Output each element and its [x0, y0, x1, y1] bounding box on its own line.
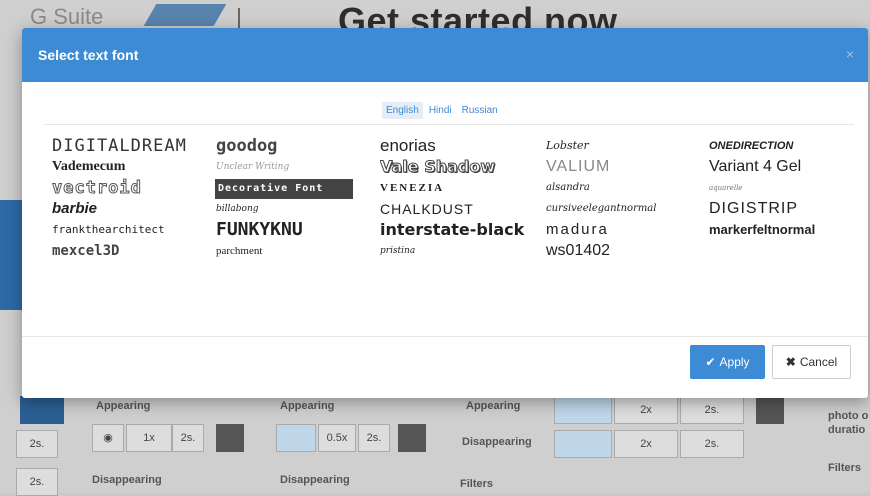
divider [44, 124, 854, 125]
font-option-parchment[interactable]: parchment [216, 241, 380, 261]
bg-2s-6: 2s. [16, 468, 58, 496]
background-sidebar [0, 200, 22, 310]
gsuite-logo: G Suite [30, 4, 104, 29]
bg-filters-1: Filters [460, 478, 494, 490]
font-option-onedirection[interactable]: ONEDIRECTION [709, 136, 859, 156]
bg-2s-2: 2s. [172, 424, 204, 452]
font-option-madura[interactable]: madura [546, 220, 709, 240]
font-option-mexcel3d[interactable]: mexcel3D [52, 241, 216, 261]
language-tabs: English Hindi Russian [382, 102, 502, 119]
bg-05x: 0.5x [318, 424, 356, 452]
font-option-pristina[interactable]: pristina [380, 241, 546, 261]
font-option-billabong[interactable]: billabong [216, 199, 380, 219]
background-banner-shape [143, 4, 227, 26]
check-icon: ✔ [705, 355, 716, 369]
font-option-variant-4-gel[interactable]: Variant 4 Gel [709, 157, 859, 177]
bg-side-text-1: photo o [828, 410, 869, 422]
bg-appearing-2: Appearing [280, 400, 335, 412]
bg-disappearing-1: Disappearing [92, 474, 162, 486]
bg-eye-icon: ◉ [92, 424, 124, 452]
font-option-ws01402[interactable]: ws01402 [546, 241, 709, 261]
font-option-goodog[interactable]: goodog [216, 136, 380, 156]
bg-2s-3: 2s. [358, 424, 390, 452]
font-option-vale-shadow[interactable]: Vale Shadow [380, 157, 546, 177]
font-option-valium[interactable]: VALIUM [546, 157, 709, 177]
font-grid: DIGITALDREAM goodog enorias Lobster ONED… [52, 136, 852, 261]
cancel-button[interactable]: ✖ Cancel [772, 345, 851, 379]
bg-arrows-3 [554, 430, 612, 458]
font-option-digitaldream[interactable]: DIGITALDREAM [52, 136, 216, 156]
bg-toggle [20, 396, 64, 424]
modal-title: Select text font [38, 47, 139, 63]
apply-label: Apply [719, 355, 750, 369]
bg-disappearing-3: Disappearing [462, 436, 532, 448]
modal-header: Select text font × [22, 28, 868, 82]
font-select-modal: Select text font × English Hindi Russian… [22, 28, 868, 398]
bg-1x: 1x [126, 424, 172, 452]
background-icon [238, 8, 262, 30]
bg-2s-1: 2s. [16, 430, 58, 458]
font-option-vectroid[interactable]: vectroid [52, 178, 216, 198]
bg-color-3 [756, 396, 784, 424]
cancel-label: Cancel [799, 355, 838, 369]
font-grid-empty [709, 241, 859, 261]
bg-appearing-1: Appearing [96, 400, 151, 412]
font-option-digistrip[interactable]: DIGISTRIP [709, 199, 859, 219]
font-option-barbie[interactable]: barbie [52, 199, 216, 219]
font-option-cursiveelegant[interactable]: cursiveelegantnormal [546, 199, 709, 219]
font-option-interstate-black[interactable]: interstate-black [380, 220, 546, 240]
font-option-venezia[interactable]: VENEZIA [380, 178, 546, 198]
font-option-vademecum[interactable]: Vademecum [52, 157, 216, 177]
bg-appearing-3: Appearing [466, 400, 521, 412]
font-option-aquarelle[interactable]: aquarelle [709, 178, 859, 198]
font-option-decorative[interactable]: Decorative Font [215, 179, 353, 199]
font-option-frankthearchitect[interactable]: frankthearchitect [52, 220, 216, 240]
font-option-alsandra[interactable]: alsandra [546, 178, 709, 198]
font-option-markerfelt[interactable]: markerfeltnormal [709, 220, 859, 240]
footer-divider [22, 336, 868, 337]
font-option-funkyknu[interactable]: FUNKYKNU [216, 220, 380, 240]
tab-hindi[interactable]: Hindi [425, 102, 456, 119]
close-icon[interactable]: × [846, 46, 854, 62]
font-option-chalkdust[interactable]: CHALKDUST [380, 199, 546, 219]
bg-filters-2: Filters [828, 462, 862, 474]
bg-arrows-1 [276, 424, 316, 452]
bg-2s-5: 2s. [680, 430, 744, 458]
bg-disappearing-2: Disappearing [280, 474, 350, 486]
bg-2x-2: 2x [614, 430, 678, 458]
font-option-enorias[interactable]: enorias [380, 136, 546, 156]
bg-side-text-2: duratio [828, 424, 866, 436]
tab-russian[interactable]: Russian [458, 102, 502, 119]
apply-button[interactable]: ✔ Apply [690, 345, 765, 379]
bg-2x-1: 2x [614, 396, 678, 424]
bg-2s-4: 2s. [680, 396, 744, 424]
font-option-lobster[interactable]: Lobster [546, 136, 709, 156]
font-option-unclear-writing[interactable]: Unclear Writing [216, 157, 380, 177]
bg-arrows-2 [554, 396, 612, 424]
tab-english[interactable]: English [382, 102, 423, 119]
bg-color-2 [398, 424, 426, 452]
x-icon: ✖ [785, 355, 796, 369]
bg-color-1 [216, 424, 244, 452]
